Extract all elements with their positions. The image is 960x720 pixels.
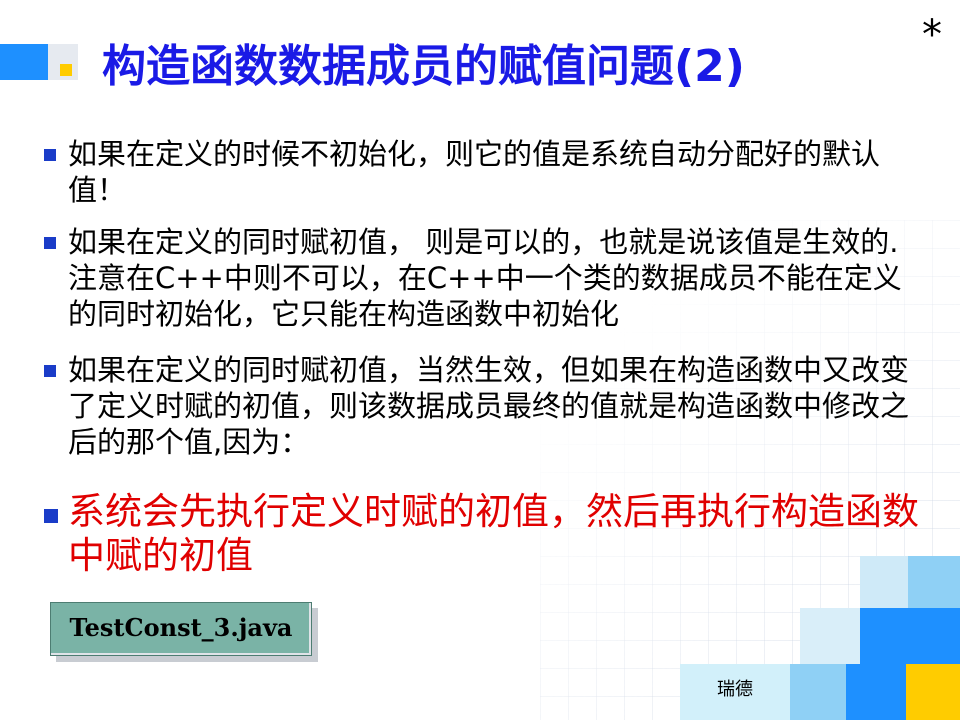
corner-mark: * bbox=[922, 12, 942, 58]
bullet-marker bbox=[44, 237, 56, 249]
bullet-item-highlight: 系统会先执行定义时赋的初值，然后再执行构造函数中赋的初值 bbox=[44, 490, 924, 578]
bullet-item: 如果在定义的同时赋初值， 则是可以的，也就是说该值是生效的.注意在C++中则不可… bbox=[44, 224, 914, 332]
file-label: TestConst_3.java bbox=[69, 613, 293, 642]
deco-block bbox=[800, 608, 860, 664]
deco-block bbox=[790, 664, 846, 720]
file-label-box: TestConst_3.java bbox=[50, 602, 312, 656]
footer-label: 瑞德 bbox=[717, 679, 753, 700]
bullet-marker bbox=[44, 365, 56, 377]
bullet-marker bbox=[44, 149, 56, 161]
slide-title: 构造函数数据成员的赋值问题(2) bbox=[102, 41, 745, 92]
header-accent-square bbox=[60, 64, 72, 76]
bullet-item: 如果在定义的时候不初始化，则它的值是系统自动分配好的默认值！ bbox=[44, 136, 914, 208]
bullet-text: 如果在定义的时候不初始化，则它的值是系统自动分配好的默认值！ bbox=[68, 137, 881, 207]
bullet-text: 如果在定义的同时赋初值， 则是可以的，也就是说该值是生效的.注意在C++中则不可… bbox=[68, 225, 902, 331]
deco-block bbox=[906, 664, 960, 720]
bullet-text-highlight: 系统会先执行定义时赋的初值，然后再执行构造函数中赋的初值 bbox=[68, 490, 919, 577]
bullet-item: 如果在定义的同时赋初值，当然生效，但如果在构造函数中又改变了定义时赋的初值，则该… bbox=[44, 352, 914, 460]
deco-block bbox=[846, 664, 906, 720]
bullet-marker bbox=[44, 509, 58, 523]
bullet-text: 如果在定义的同时赋初值，当然生效，但如果在构造函数中又改变了定义时赋的初值，则该… bbox=[68, 353, 910, 459]
deco-block bbox=[860, 608, 960, 664]
